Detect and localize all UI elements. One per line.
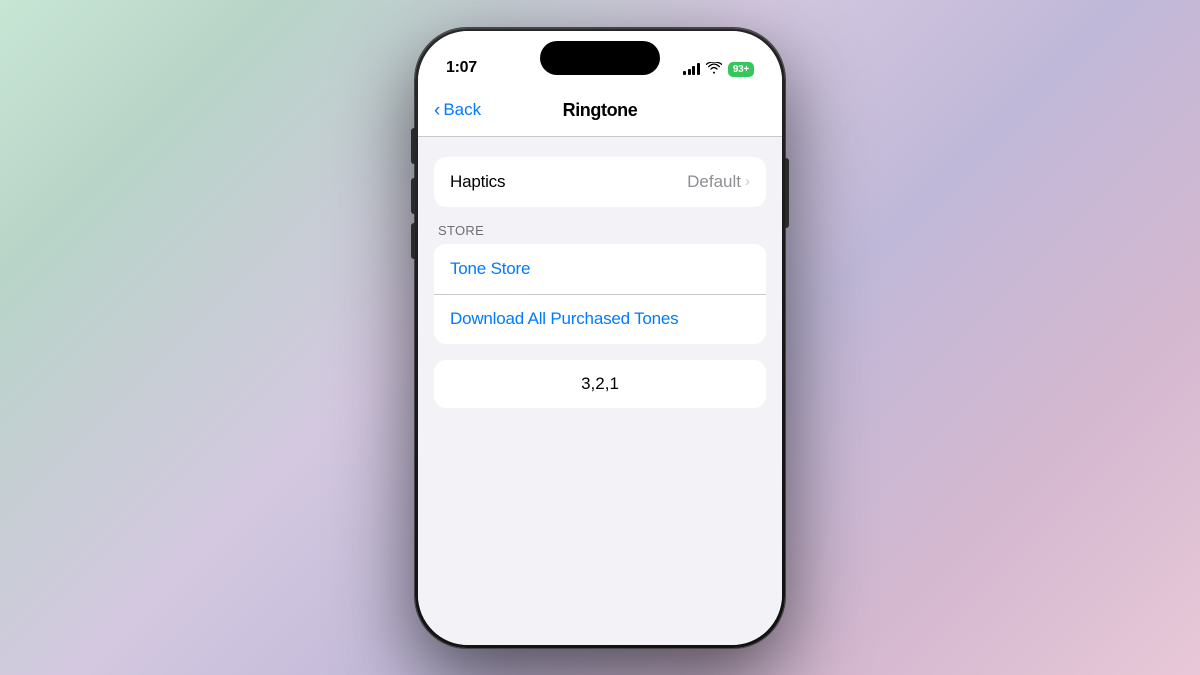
haptics-value-container: Default › <box>687 172 750 192</box>
status-icons: 93+ <box>683 62 754 77</box>
bottom-partial-group: 3,2,1 <box>434 360 766 408</box>
tone-store-row[interactable]: Tone Store <box>434 244 766 294</box>
signal-icon <box>683 63 700 75</box>
tone-store-label: Tone Store <box>450 259 530 279</box>
haptics-chevron-icon: › <box>745 173 750 190</box>
status-time: 1:07 <box>446 59 477 77</box>
download-purchased-label: Download All Purchased Tones <box>450 309 678 329</box>
content-area: Haptics Default › STORE Tone Store Downl… <box>418 137 782 645</box>
back-button[interactable]: ‹ Back <box>434 100 481 120</box>
dynamic-island <box>540 41 660 75</box>
back-label: Back <box>443 100 481 120</box>
status-bar: 1:07 93+ <box>418 31 782 85</box>
haptics-value: Default <box>687 172 741 192</box>
phone-screen: 1:07 93+ ‹ Back <box>418 31 782 645</box>
haptics-row[interactable]: Haptics Default › <box>434 157 766 207</box>
back-chevron-icon: ‹ <box>434 101 440 120</box>
haptics-label: Haptics <box>450 172 505 192</box>
store-section: STORE Tone Store Download All Purchased … <box>434 223 766 344</box>
wifi-icon <box>706 62 722 77</box>
bottom-partial-text: 3,2,1 <box>450 374 750 394</box>
store-section-label: STORE <box>434 223 766 244</box>
store-group: Tone Store Download All Purchased Tones <box>434 244 766 344</box>
navigation-bar: ‹ Back Ringtone <box>418 85 782 137</box>
haptics-group: Haptics Default › <box>434 157 766 207</box>
page-title: Ringtone <box>563 100 638 121</box>
download-purchased-row[interactable]: Download All Purchased Tones <box>434 294 766 344</box>
battery-indicator: 93+ <box>728 62 754 77</box>
phone-device: 1:07 93+ ‹ Back <box>415 28 785 648</box>
